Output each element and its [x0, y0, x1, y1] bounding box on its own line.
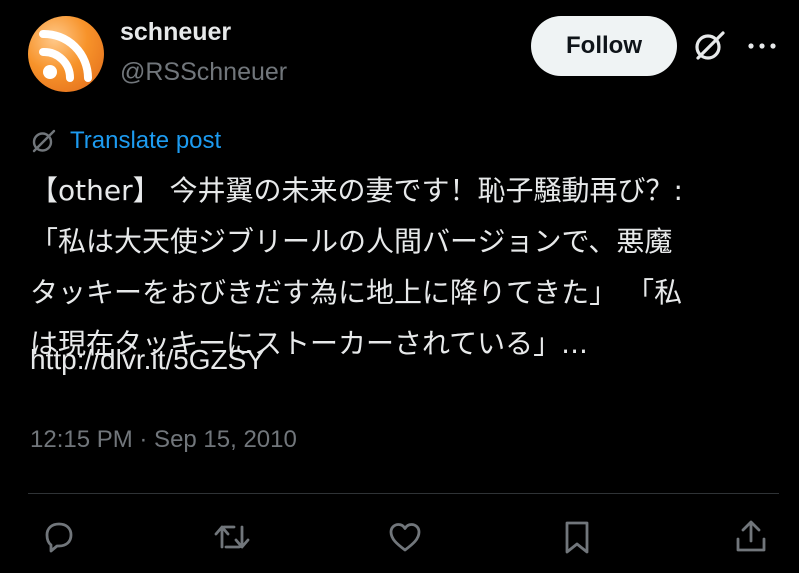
reply-icon[interactable]: [39, 517, 79, 557]
post-card: schneuer @RSSchneuer Follow Translate po…: [0, 0, 799, 573]
bookmark-icon[interactable]: [557, 517, 597, 557]
author-handle[interactable]: @RSSchneuer: [120, 58, 287, 87]
follow-button[interactable]: Follow: [531, 16, 677, 76]
post-link[interactable]: http://dlvr.it/5GZSY: [30, 344, 265, 376]
share-icon[interactable]: [731, 517, 771, 557]
grok-icon[interactable]: [692, 28, 728, 64]
post-text-line: タッキーをおびきだす為に地上に降りてきた」 「私: [30, 276, 683, 309]
heart-icon[interactable]: [385, 517, 425, 557]
post-timestamp[interactable]: 12:15 PM · Sep 15, 2010: [30, 426, 297, 454]
author-display-name[interactable]: schneuer: [120, 18, 231, 47]
more-horizontal-icon[interactable]: [745, 34, 779, 58]
post-text-line: 【other】 今井翼の未来の妻です！恥子騒動再び？:: [30, 174, 683, 207]
post-text: 【other】 今井翼の未来の妻です！恥子騒動再び？: 「私は大天使ジブリールの…: [30, 165, 770, 369]
translate-post-link[interactable]: Translate post: [70, 127, 221, 155]
post-text-line: 「私は大天使ジブリールの人間バージョンで、悪魔: [30, 225, 673, 258]
translate-row[interactable]: Translate post: [30, 124, 221, 158]
divider: [28, 493, 779, 494]
grok-translate-icon: [32, 129, 56, 153]
repost-icon[interactable]: [212, 517, 252, 557]
avatar[interactable]: [28, 16, 104, 92]
rss-feed-icon: [39, 29, 92, 82]
